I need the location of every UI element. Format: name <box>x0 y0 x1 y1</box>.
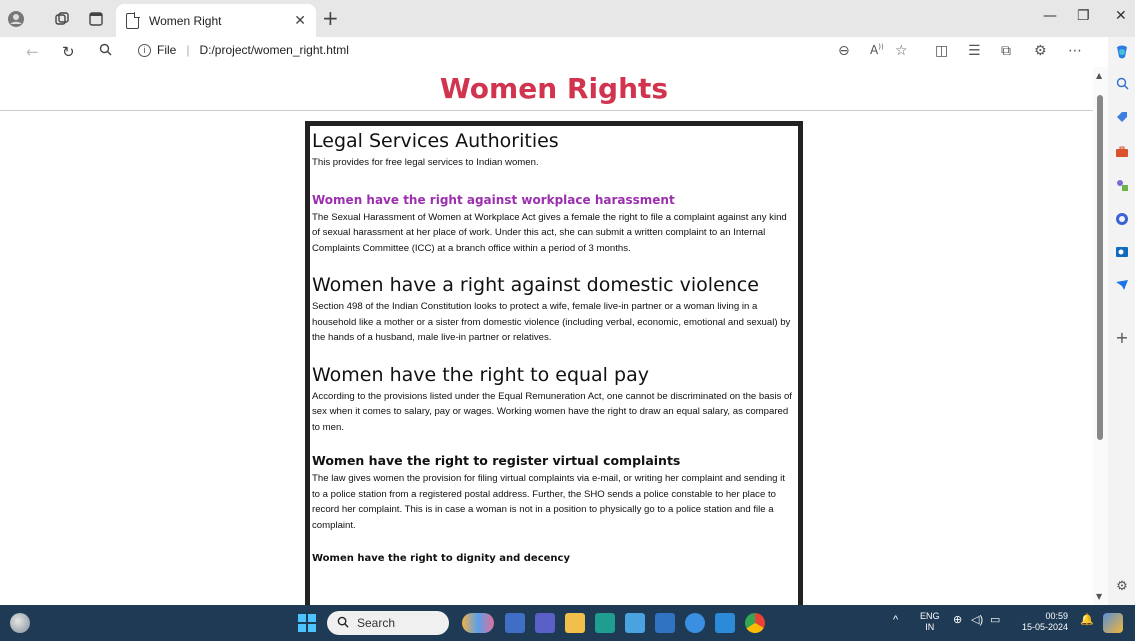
favorites-list-icon[interactable]: ☰ <box>968 43 981 59</box>
profile-app-icon[interactable] <box>1103 613 1123 633</box>
show-hidden-icons-chevron-icon[interactable]: ^ <box>893 615 898 626</box>
volume-icon[interactable]: ◁) <box>971 615 983 626</box>
section-title-virtual-complaints: Women have the right to register virtual… <box>312 453 681 468</box>
browser-tab-bar: Women Right ✕ + — ❐ ✕ <box>0 0 1135 37</box>
workspaces-icon[interactable] <box>52 9 72 29</box>
windows-start-icon[interactable] <box>297 613 317 633</box>
more-menu-icon[interactable]: ⋯ <box>1068 43 1082 59</box>
close-tab-icon[interactable]: ✕ <box>294 13 306 29</box>
split-screen-icon[interactable]: ◫ <box>935 43 948 59</box>
section-title-workplace-harassment: Women have the right against workplace h… <box>312 192 675 207</box>
section-body-domestic-violence: Section 498 of the Indian Constitution l… <box>312 301 791 343</box>
section-title-legal-services: Legal Services Authorities <box>312 130 559 152</box>
profile-icon[interactable] <box>6 9 26 29</box>
url-scheme-label: File <box>157 43 177 57</box>
section-body-workplace-harassment: The Sexual Harassment of Women at Workpl… <box>312 211 787 254</box>
read-aloud-icon[interactable]: A)) <box>870 43 884 57</box>
vscode-icon[interactable] <box>715 613 735 633</box>
notification-bell-icon[interactable]: 🔔 <box>1080 615 1094 626</box>
page-header: Women Rights <box>0 67 1108 111</box>
info-icon[interactable]: i <box>138 43 151 57</box>
extensions-icon[interactable]: ⚙ <box>1034 43 1047 59</box>
taskbar-search-box[interactable]: Search <box>327 611 449 635</box>
games-icon[interactable] <box>1114 177 1130 193</box>
chrome-icon[interactable] <box>745 613 765 633</box>
copilot-icon[interactable] <box>1114 44 1130 60</box>
refresh-icon[interactable]: ↻ <box>62 43 75 61</box>
language-code: ENG <box>920 611 940 621</box>
minimize-button[interactable]: — <box>1043 8 1057 24</box>
section-body-virtual-complaints: The law gives women the provision for fi… <box>312 473 785 531</box>
document-icon <box>126 11 140 29</box>
address-toolbar: ← ↻ i File | D:/project/women_right.html… <box>0 37 1135 67</box>
section-body-equal-pay: According to the provisions listed under… <box>312 390 792 433</box>
url-path: D:/project/women_right.html <box>199 43 349 57</box>
send-icon[interactable] <box>1114 277 1130 293</box>
scroll-down-arrow-icon[interactable]: ▼ <box>1096 592 1102 601</box>
favorite-star-icon[interactable]: ☆ <box>895 43 908 59</box>
scrollbar-thumb[interactable] <box>1097 95 1103 440</box>
copilot-taskbar-icon[interactable] <box>462 613 494 633</box>
windows-taskbar: Search ^ ENG IN ⊕ ◁) ▭ 00:59 15-05-2024 … <box>0 605 1135 641</box>
teams-icon[interactable] <box>535 613 555 633</box>
taskbar-search-icon <box>337 616 349 631</box>
address-bar[interactable]: i File | D:/project/women_right.html <box>138 43 349 57</box>
task-view-icon[interactable] <box>505 613 525 633</box>
shopping-tag-icon[interactable] <box>1114 109 1130 125</box>
tab-women-right[interactable]: Women Right ✕ <box>116 4 316 37</box>
clock[interactable]: 00:59 15-05-2024 <box>1022 611 1068 633</box>
region-code: IN <box>925 622 935 632</box>
python-icon[interactable] <box>685 613 705 633</box>
page-title: Women Rights <box>439 72 669 105</box>
section-body-legal-services: This provides for free legal services to… <box>312 157 539 168</box>
page-scrollbar[interactable]: ▲ ▼ <box>1093 67 1108 605</box>
url-separator: | <box>186 43 190 57</box>
microsoft-365-icon[interactable] <box>1114 211 1130 227</box>
restore-button[interactable]: ❐ <box>1077 8 1090 24</box>
battery-icon[interactable]: ▭ <box>990 615 1000 626</box>
section-title-dignity-decency: Women have the right to dignity and dece… <box>312 553 570 564</box>
add-sidebar-app-icon[interactable]: + <box>1114 328 1130 347</box>
page-viewport[interactable]: Women Rights Legal Services Authorities … <box>0 67 1108 605</box>
zoom-icon[interactable]: ⊖ <box>838 43 850 59</box>
tools-briefcase-icon[interactable] <box>1114 144 1130 160</box>
back-arrow-icon[interactable]: ← <box>26 43 39 61</box>
tab-title: Women Right <box>149 13 222 28</box>
sidebar-settings-icon[interactable]: ⚙ <box>1114 578 1130 594</box>
taskbar-search-placeholder: Search <box>357 616 396 630</box>
outlook-icon[interactable] <box>1114 244 1130 260</box>
search-icon[interactable] <box>99 43 112 60</box>
rights-content-box: Legal Services Authorities This provides… <box>305 121 803 605</box>
section-title-equal-pay: Women have the right to equal pay <box>312 363 649 386</box>
collections-icon[interactable]: ⧉ <box>1001 43 1011 59</box>
clock-date: 15-05-2024 <box>1022 622 1069 632</box>
edge-sidebar: + ⚙ <box>1108 37 1135 605</box>
tab-actions-icon[interactable] <box>86 9 106 29</box>
microsoft-store-icon[interactable] <box>655 613 675 633</box>
network-icon[interactable]: ⊕ <box>953 615 962 626</box>
new-tab-button[interactable]: + <box>322 6 339 30</box>
clock-time: 00:59 <box>1045 611 1069 621</box>
close-window-button[interactable]: ✕ <box>1115 8 1127 24</box>
weather-widget-icon[interactable] <box>10 613 30 633</box>
language-indicator[interactable]: ENG IN <box>920 611 940 633</box>
section-title-domestic-violence: Women have a right against domestic viol… <box>312 274 759 296</box>
sidebar-search-icon[interactable] <box>1114 75 1130 91</box>
mysql-workbench-icon[interactable] <box>625 613 645 633</box>
edge-icon[interactable] <box>595 613 615 633</box>
scroll-up-arrow-icon[interactable]: ▲ <box>1096 71 1102 80</box>
file-explorer-icon[interactable] <box>565 613 585 633</box>
